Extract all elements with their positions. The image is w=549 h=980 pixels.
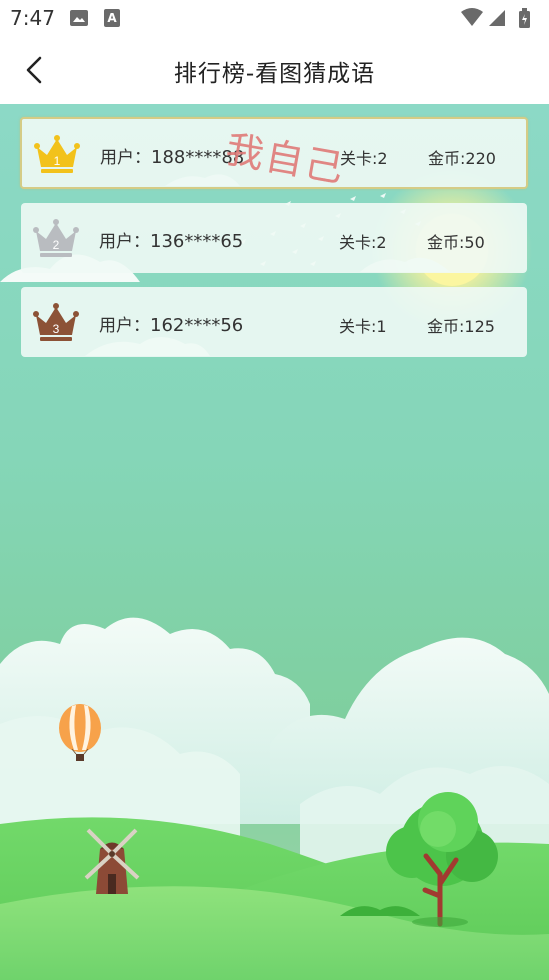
rank-number: 3 bbox=[53, 322, 60, 336]
coin-count: 金币:220 bbox=[428, 149, 496, 168]
coin-count: 金币:125 bbox=[427, 317, 495, 336]
signal-icon bbox=[489, 10, 505, 26]
level-count: 关卡:2 bbox=[339, 233, 387, 252]
coin-count: 金币:50 bbox=[427, 233, 485, 252]
crown-gold-icon: 1 bbox=[34, 135, 80, 173]
rank-card-3[interactable]: 3 用户：162****56 关卡:1 金币:125 bbox=[21, 287, 527, 357]
rank-number: 1 bbox=[54, 154, 61, 168]
title-bar: 排行榜-看图猜成语 bbox=[0, 36, 549, 104]
user-id: 用户：162****56 bbox=[99, 315, 244, 336]
status-indicators bbox=[461, 8, 530, 28]
rank-number: 2 bbox=[53, 238, 60, 252]
crown-silver-icon: 2 bbox=[33, 219, 79, 257]
user-id: 用户：136****65 bbox=[99, 231, 244, 252]
wifi-icon bbox=[461, 8, 483, 26]
text-icon: A bbox=[104, 9, 120, 27]
leaderboard-background: 1 用户：188****88 关卡:2 金币:220 2 用户：136****6… bbox=[0, 104, 549, 980]
level-count: 关卡:1 bbox=[339, 317, 387, 336]
status-bar: 7:47 A bbox=[0, 0, 549, 36]
crown-bronze-icon: 3 bbox=[33, 303, 79, 341]
status-time: 7:47 bbox=[10, 6, 55, 30]
battery-icon bbox=[519, 8, 530, 28]
page-title: 排行榜-看图猜成语 bbox=[173, 61, 376, 87]
image-icon bbox=[70, 10, 88, 26]
rank-card-2[interactable]: 2 用户：136****65 关卡:2 金币:50 bbox=[21, 203, 527, 273]
